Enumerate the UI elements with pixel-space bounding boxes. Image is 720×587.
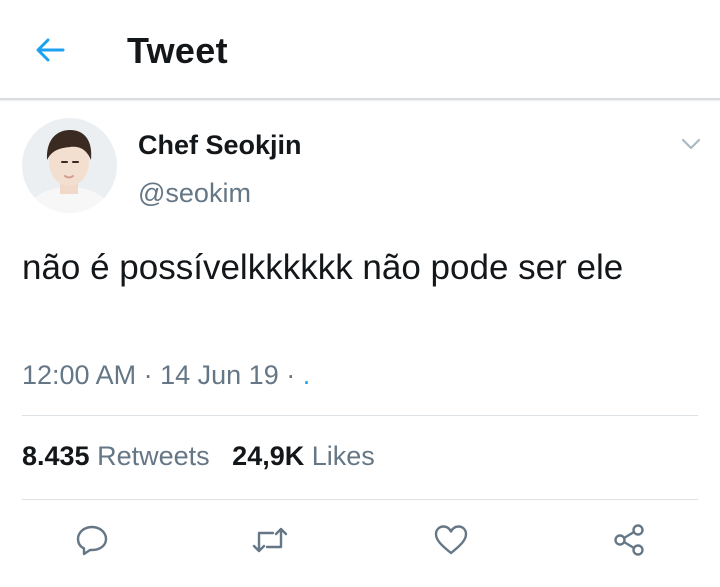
tweet-metadata: 12:00 AM · 14 Jun 19 · . [22,360,310,391]
tweet-text: não é possívelkkkkkk não pode ser ele [22,248,624,287]
tweet-source-link[interactable]: . [303,360,311,390]
like-button[interactable] [431,522,471,558]
reply-icon [76,525,108,556]
tweet-time: 12:00 AM [22,360,137,390]
author-name[interactable]: Chef Seokjin [138,130,302,161]
back-button[interactable] [30,34,70,66]
arrow-left-icon [36,38,65,62]
tweet-date: 14 Jun 19 [160,360,279,390]
retweets-label: Retweets [97,441,210,471]
likes-label: Likes [311,441,375,471]
profile-photo [22,118,117,213]
tweet-menu-button[interactable] [680,134,702,154]
top-app-bar: Tweet [0,0,720,100]
retweets-stat[interactable]: 8.435 Retweets [22,441,210,471]
separator: · [286,360,296,390]
author-handle[interactable]: @seokim [138,178,251,209]
share-icon [614,524,644,556]
retweet-icon [252,527,288,553]
avatar[interactable] [22,118,117,213]
share-button[interactable] [609,522,649,558]
retweets-count: 8.435 [22,441,90,471]
divider [22,499,698,500]
divider [22,415,698,416]
chevron-down-icon [681,138,701,150]
likes-count: 24,9K [232,441,305,471]
like-icon [434,525,468,555]
separator: · [143,360,153,390]
retweet-button[interactable] [250,522,290,558]
page-title: Tweet [127,30,228,71]
engagement-stats: 8.435 Retweets 24,9K Likes [22,441,375,472]
likes-stat[interactable]: 24,9K Likes [232,441,375,471]
reply-button[interactable] [72,522,112,558]
